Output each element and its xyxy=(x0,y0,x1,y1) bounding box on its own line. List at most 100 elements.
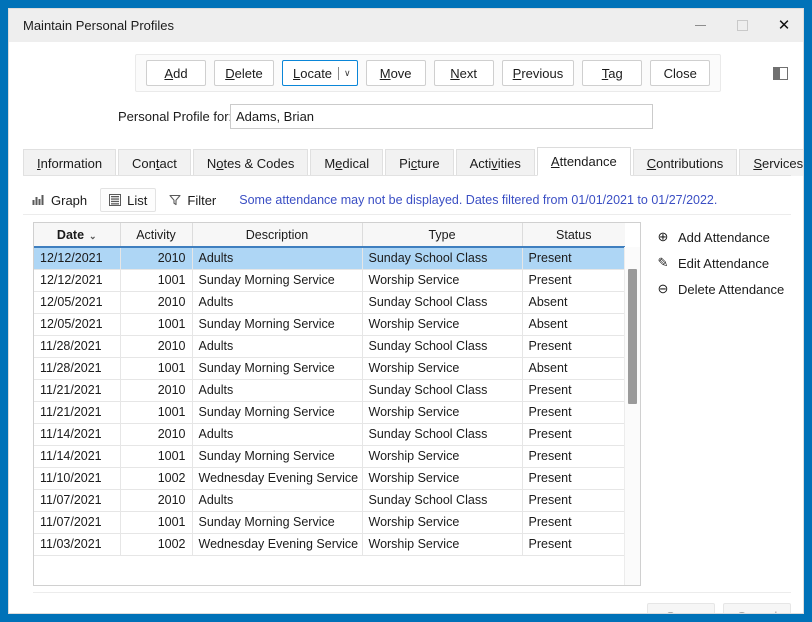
cell-description: Adults xyxy=(192,291,363,314)
table-row[interactable]: 11/28/2021 1001 Sunday Morning Service Wors… xyxy=(34,357,625,380)
column-header-label: Type xyxy=(428,227,456,242)
cell-status: Present xyxy=(522,445,625,468)
pencil-icon: ✎ xyxy=(657,255,669,270)
table-row[interactable]: 12/05/2021 1001 Sunday Morning Service Wors… xyxy=(34,313,625,336)
tab-label: Information xyxy=(37,155,103,171)
close-button[interactable]: ✕ xyxy=(763,9,803,41)
graph-view-button[interactable]: Graph xyxy=(23,188,96,212)
tab-label: Services xyxy=(753,155,804,171)
cell-status: Absent xyxy=(522,313,625,336)
chevron-down-icon[interactable]: ∨ xyxy=(344,68,351,79)
column-header-label: Date xyxy=(56,227,85,242)
toolbar-button-label: Locate xyxy=(293,65,333,81)
column-header-description[interactable]: Description xyxy=(192,223,363,248)
table-row[interactable]: 11/21/2021 1001 Sunday Morning Service Wors… xyxy=(34,401,625,424)
minus-circle-icon: ⊖ xyxy=(657,281,669,296)
save-button[interactable]: Save xyxy=(647,603,715,613)
delete-attendance-action[interactable]: ⊖ Delete Attendance xyxy=(654,276,794,302)
cell-activity: 2010 xyxy=(120,379,193,402)
tab-contact[interactable]: Contact xyxy=(118,149,191,176)
cell-date: 11/07/2021 xyxy=(34,511,121,534)
attendance-table-body: 12/12/2021 2010 Adults Sunday School Class P… xyxy=(34,247,625,556)
cell-activity: 1001 xyxy=(120,269,193,292)
panel-layout-toggle-button[interactable] xyxy=(767,60,793,86)
table-row[interactable]: 11/14/2021 1001 Sunday Morning Service Wors… xyxy=(34,445,625,468)
add-attendance-action[interactable]: ⊕ Add Attendance xyxy=(654,224,794,250)
cell-date: 11/10/2021 xyxy=(34,467,121,490)
column-header-label: Status xyxy=(556,227,592,242)
cell-description: Sunday Morning Service xyxy=(192,401,363,424)
tab-picture[interactable]: Picture xyxy=(385,149,454,176)
cell-activity: 1001 xyxy=(120,511,193,534)
edit-attendance-action[interactable]: ✎ Edit Attendance xyxy=(654,250,794,276)
add-attendance-label: Add Attendance xyxy=(678,229,770,245)
attendance-actions-panel: ⊕ Add Attendance ✎ Edit Attendance ⊖ Delete A… xyxy=(654,224,794,302)
panel-layout-icon xyxy=(772,66,788,80)
cell-date: 11/21/2021 xyxy=(34,379,121,402)
table-row[interactable]: 11/03/2021 1002 Wednesday Evening Service W… xyxy=(34,533,625,556)
cell-activity: 2010 xyxy=(120,423,193,446)
tab-services[interactable]: Services xyxy=(739,149,804,176)
title-bar: Maintain Personal Profiles ✕ xyxy=(9,9,803,43)
column-header-date[interactable]: Date ⌄ xyxy=(34,223,121,248)
cell-activity: 1002 xyxy=(120,467,193,490)
maximize-button[interactable] xyxy=(721,9,763,41)
attendance-view-toolbar: Graph List Filter Some attendance may no… xyxy=(23,186,791,214)
attendance-table: Date ⌄ Activity Description Type Status 12/12… xyxy=(34,223,625,556)
cell-type: Sunday School Class xyxy=(362,423,523,446)
toolbar-button-move[interactable]: Move xyxy=(365,60,426,86)
cell-description: Adults xyxy=(192,423,363,446)
cell-date: 11/28/2021 xyxy=(34,357,121,380)
tab-information[interactable]: Information xyxy=(23,149,117,176)
profile-name-input[interactable]: Adams, Brian xyxy=(230,104,653,129)
filter-button[interactable]: Filter xyxy=(160,188,225,212)
sort-descending-icon: ⌄ xyxy=(89,230,97,241)
tab-label: Attendance xyxy=(550,154,617,169)
column-header-label: Description xyxy=(245,227,309,242)
toolbar-button-locate[interactable]: Locate ∨ xyxy=(282,60,358,86)
toolbar-button-tag[interactable]: Tag xyxy=(582,60,643,86)
table-row[interactable]: 11/14/2021 2010 Adults Sunday School Class P… xyxy=(34,423,625,446)
table-row[interactable]: 12/12/2021 2010 Adults Sunday School Class P… xyxy=(34,247,625,270)
cell-activity: 1001 xyxy=(120,357,193,380)
table-row[interactable]: 11/28/2021 2010 Adults Sunday School Class P… xyxy=(34,335,625,358)
cell-status: Present xyxy=(522,423,625,446)
cancel-button[interactable]: Cancel xyxy=(723,603,791,613)
column-header-activity[interactable]: Activity xyxy=(120,223,193,248)
toolbar-button-label: Next xyxy=(450,65,477,81)
delete-attendance-label: Delete Attendance xyxy=(678,281,785,297)
grid-vertical-scrollbar[interactable] xyxy=(624,247,640,585)
tab-label: Notes & Codes xyxy=(206,155,295,171)
table-row[interactable]: 12/12/2021 1001 Sunday Morning Service Wors… xyxy=(34,269,625,292)
tab-activities[interactable]: Activities xyxy=(455,149,535,176)
cell-status: Absent xyxy=(522,291,625,314)
tab-medical[interactable]: Medical xyxy=(310,149,384,176)
minimize-button[interactable] xyxy=(679,9,721,41)
toolbar-button-add[interactable]: Add xyxy=(146,60,206,86)
table-row[interactable]: 12/05/2021 2010 Adults Sunday School Class A… xyxy=(34,291,625,314)
table-row[interactable]: 11/10/2021 1002 Wednesday Evening Service W… xyxy=(34,467,625,490)
toolbar-button-next[interactable]: Next xyxy=(433,60,494,86)
grid-scrollbar-thumb[interactable] xyxy=(628,269,637,404)
table-row[interactable]: 11/21/2021 2010 Adults Sunday School Class P… xyxy=(34,379,625,402)
column-header-status[interactable]: Status xyxy=(522,223,625,248)
tab-contributions[interactable]: Contributions xyxy=(632,149,738,176)
cell-type: Worship Service xyxy=(362,269,523,292)
toolbar-button-close[interactable]: Close xyxy=(650,60,711,86)
footer-divider xyxy=(33,592,791,593)
tab-strip: Information Contact Notes & Codes Medical Pi… xyxy=(23,147,803,176)
tab-attendance[interactable]: Attendance xyxy=(536,147,631,176)
cell-status: Present xyxy=(522,533,625,556)
tab-notes-codes[interactable]: Notes & Codes xyxy=(192,149,309,176)
table-row[interactable]: 11/07/2021 1001 Sunday Morning Service Wors… xyxy=(34,511,625,534)
list-view-button[interactable]: List xyxy=(100,188,157,212)
column-header-type[interactable]: Type xyxy=(362,223,523,248)
view-toolbar-divider xyxy=(23,214,791,215)
cell-activity: 1001 xyxy=(120,445,193,468)
toolbar-button-delete[interactable]: Delete xyxy=(214,60,274,86)
table-row[interactable]: 11/07/2021 2010 Adults Sunday School Class P… xyxy=(34,489,625,512)
toolbar-button-previous[interactable]: Previous xyxy=(501,60,575,86)
command-button-group: Add Delete Locate ∨ Move Next Previous Tag Close xyxy=(135,54,722,92)
cell-date: 12/12/2021 xyxy=(34,269,121,292)
cell-status: Present xyxy=(522,467,625,490)
